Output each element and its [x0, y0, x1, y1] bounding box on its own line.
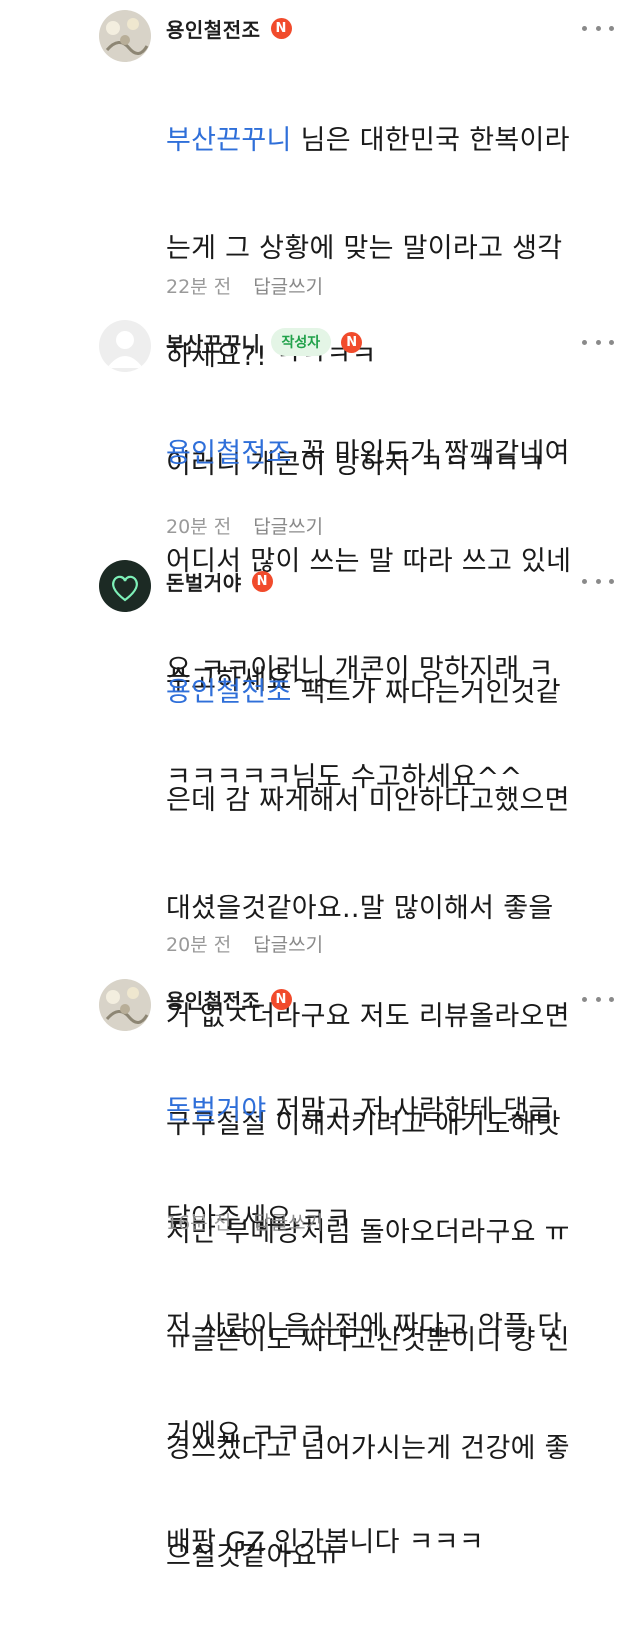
more-options-icon[interactable]: [582, 334, 614, 350]
reply-button[interactable]: 답글쓰기: [253, 272, 323, 299]
comment-text: 돈벌거야 저말고 저 사람한테 댓글 달아주세요 ㅋㅋ 저 사람이 음식점에 짜…: [166, 1095, 563, 1558]
comment-time: 16분 전: [166, 1211, 232, 1234]
reply-button[interactable]: 답글쓰기: [253, 1208, 323, 1235]
more-options-icon[interactable]: [582, 573, 614, 589]
avatar-bulbs-icon: [99, 979, 151, 1031]
author-name[interactable]: 용인철전조: [166, 14, 261, 43]
comment-time: 20분 전: [166, 933, 232, 956]
user-avatar[interactable]: [99, 320, 151, 372]
new-badge: N: [251, 570, 273, 592]
reply-button[interactable]: 답글쓰기: [253, 512, 323, 539]
mention-link[interactable]: 용인철전조: [166, 438, 292, 469]
avatar-default-icon: [99, 320, 151, 372]
user-avatar[interactable]: [99, 979, 151, 1031]
author-name[interactable]: 용인철전조: [166, 985, 261, 1014]
user-avatar[interactable]: [99, 560, 151, 612]
new-badge: N: [341, 331, 363, 353]
more-options-icon[interactable]: [582, 20, 614, 36]
mention-link[interactable]: 돈벌거야: [166, 1095, 267, 1126]
writer-badge: 작성자: [270, 328, 332, 356]
avatar-heart-icon: [99, 560, 151, 612]
new-badge: N: [270, 17, 292, 39]
avatar-bulbs-icon: [99, 10, 151, 62]
mention-link[interactable]: 용인철전조: [166, 677, 292, 708]
mention-link[interactable]: 부산끈꾸니: [166, 125, 292, 156]
reply-button[interactable]: 답글쓰기: [253, 930, 323, 957]
more-options-icon[interactable]: [582, 991, 614, 1007]
user-avatar[interactable]: [99, 10, 151, 62]
comment-time: 20분 전: [166, 515, 232, 538]
author-name[interactable]: 부산끈꾸니: [166, 328, 261, 357]
new-badge: N: [270, 988, 292, 1010]
comment-time: 22분 전: [166, 275, 232, 298]
author-name[interactable]: 돈벌거야: [166, 567, 242, 596]
